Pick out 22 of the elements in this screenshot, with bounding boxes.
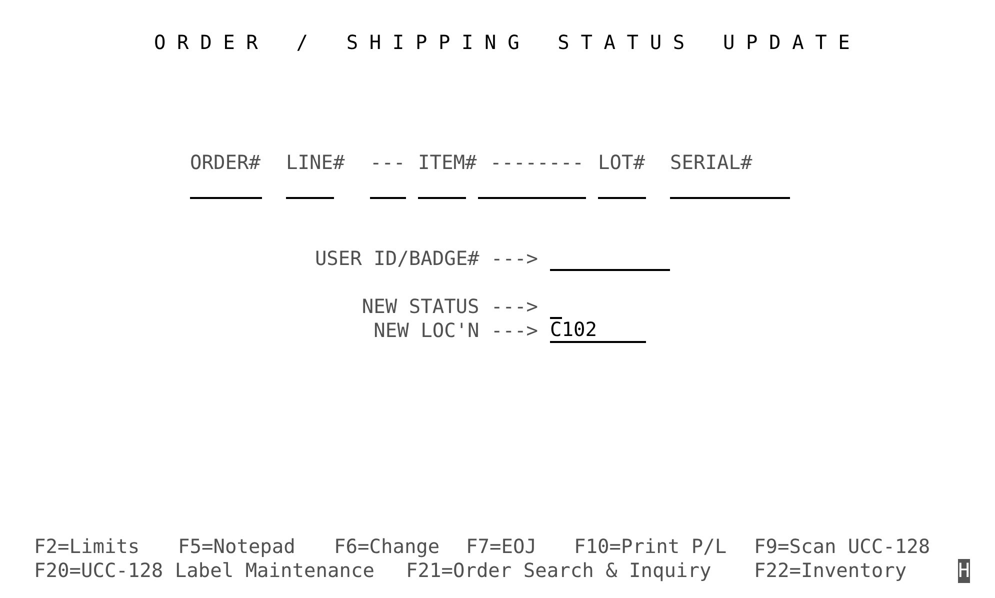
field-label: NEW STATUS ---> [360,295,539,319]
function-key-label: F9=Scan UCC-128 [754,535,932,559]
column-header: ITEM# [418,151,478,175]
column-header: LOT# [598,151,646,175]
function-key-label: F22=Inventory [754,559,908,583]
column-header: -------- [490,151,585,175]
function-key-label: F21=Order Search & Inquiry [406,559,712,583]
function-key-label: F5=Notepad [178,535,296,559]
function-key-label: F2=Limits [34,535,141,559]
screen-title: ORDER / SHIPPING STATUS UPDATE [154,31,862,54]
function-key-label: F6=Change [334,535,441,559]
column-header: ORDER# [190,151,262,175]
column-header: SERIAL# [670,151,754,175]
function-key-label: F7=EOJ [466,535,538,559]
column-header: --- [370,151,406,175]
function-key-label: F10=Print P/L [574,535,728,559]
cursor: H [958,559,970,583]
function-key-label: F20=UCC-128 Label Maintenance [34,559,376,583]
field-label: USER ID/BADGE# ---> [314,247,539,271]
input-field[interactable]: C102 [550,319,646,343]
column-header: LINE# [286,151,346,175]
field-label: NEW LOC'N ---> [372,319,539,343]
